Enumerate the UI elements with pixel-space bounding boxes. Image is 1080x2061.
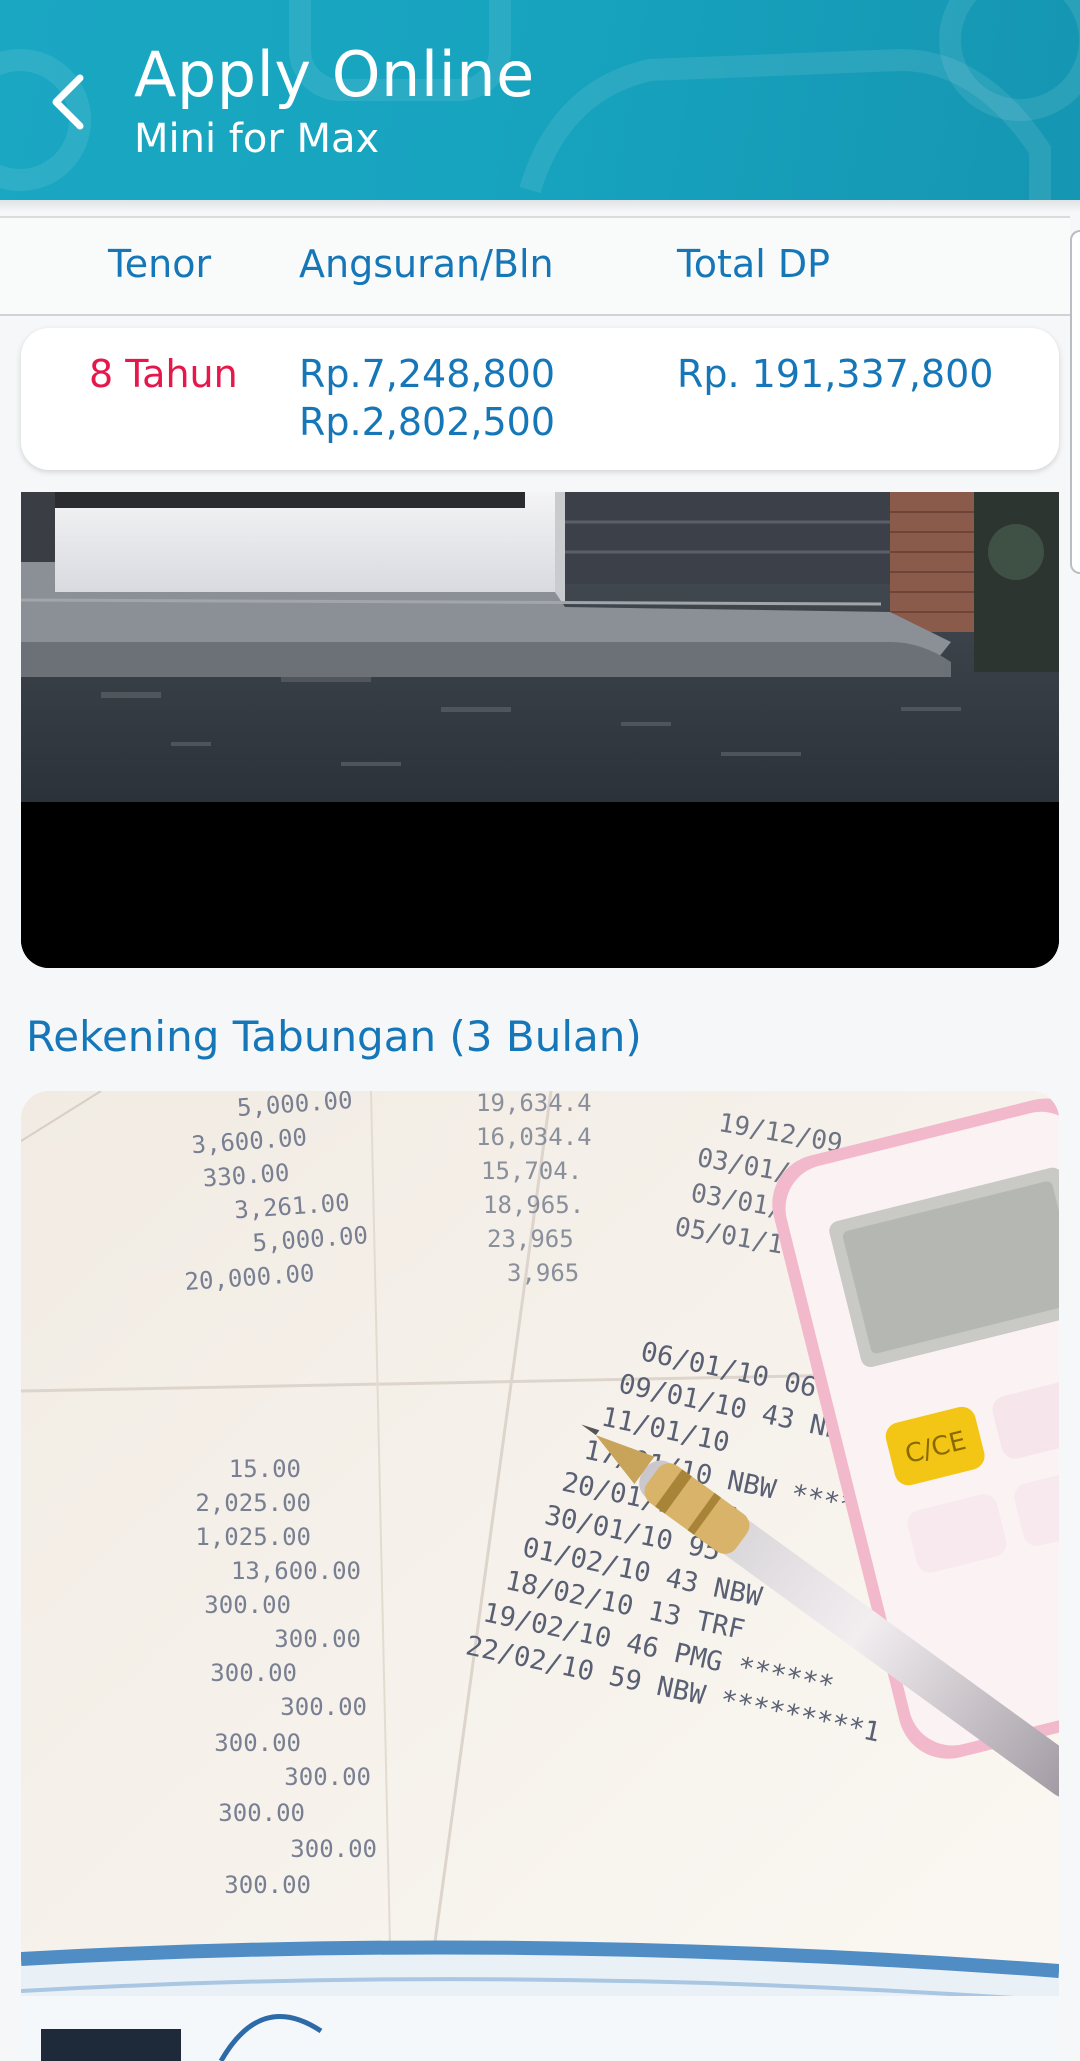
side-scroll-handle[interactable] <box>1070 230 1080 574</box>
statement-amount: 1,025.00 <box>195 1523 311 1551</box>
statement-amount: 300.00 <box>204 1591 291 1619</box>
statement-amount: 300.00 <box>214 1729 301 1757</box>
column-header-total-dp: Total DP <box>677 242 831 286</box>
loan-summary-row[interactable]: 8 Tahun Rp.7,248,800 Rp.2,802,500 Rp. 19… <box>21 328 1059 470</box>
statement-photo-drawing: 5,000.00 3,600.00 330.00 3,261.00 5,000.… <box>21 1091 1059 2061</box>
statement-amount: 13,600.00 <box>231 1557 361 1585</box>
statement-amount: 23,965 <box>487 1225 574 1253</box>
statement-amount: 3,965 <box>507 1259 579 1287</box>
column-header-tenor: Tenor <box>108 242 212 286</box>
angsuran-values: Rp.7,248,800 Rp.2,802,500 <box>299 350 555 446</box>
house-photo-drawing <box>21 492 1059 968</box>
column-header-angsuran: Angsuran/Bln <box>299 242 554 286</box>
statement-amount: 300.00 <box>290 1835 377 1863</box>
statement-amount: 16,034.4 <box>476 1123 592 1151</box>
statement-amount: 15,704. <box>481 1157 582 1185</box>
statement-amount: 15.00 <box>229 1455 301 1483</box>
house-exterior-photo[interactable] <box>21 492 1059 968</box>
section-title-rekening: Rekening Tabungan (3 Bulan) <box>26 1012 642 1061</box>
statement-amount: 300.00 <box>284 1763 371 1791</box>
table-header: Tenor Angsuran/Bln Total DP <box>0 216 1070 316</box>
statement-amount: 18,965. <box>483 1191 584 1219</box>
bank-statement-photo[interactable]: 5,000.00 3,600.00 330.00 3,261.00 5,000.… <box>21 1091 1059 2061</box>
statement-amount: 300.00 <box>274 1625 361 1653</box>
statement-amount: 300.00 <box>280 1693 367 1721</box>
statement-amount: 19,634.4 <box>476 1091 592 1117</box>
statement-amount: 300.00 <box>224 1871 311 1899</box>
header-divider <box>0 200 1080 212</box>
back-button[interactable] <box>38 62 98 142</box>
statement-amount: 2,025.00 <box>195 1489 311 1517</box>
chevron-left-icon <box>52 74 84 130</box>
app-header: Apply Online Mini for Max <box>0 0 1080 200</box>
angsuran-value-2: Rp.2,802,500 <box>299 400 555 444</box>
angsuran-value-1: Rp.7,248,800 <box>299 352 555 396</box>
statement-amount: 300.00 <box>210 1659 297 1687</box>
tenor-value: 8 Tahun <box>89 352 238 396</box>
statement-amount: 300.00 <box>218 1799 305 1827</box>
page-title: Apply Online <box>134 38 535 111</box>
page-subtitle: Mini for Max <box>134 116 380 162</box>
total-dp-value: Rp. 191,337,800 <box>677 352 994 396</box>
